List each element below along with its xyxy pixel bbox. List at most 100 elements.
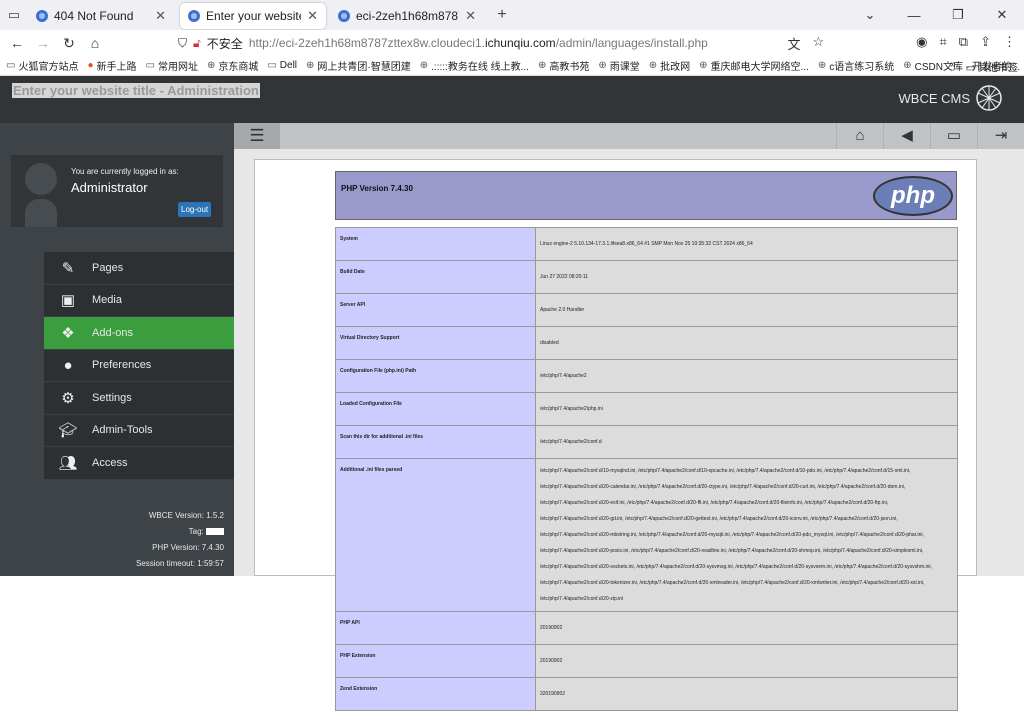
home-page-icon[interactable]: ⌂ [82,35,108,51]
row-value: /etc/php/7.4/apache2/conf.d [535,425,958,459]
table-row: PHP Extension 20190902 [335,644,958,678]
sidebar-item-label: Access [92,456,128,469]
sidebar-item-access[interactable]: 👥︎ Access [44,447,234,480]
row-key: Build Date [335,260,536,294]
row-value: Jun 27 2022 08:20:11 [535,260,958,294]
user-box: You are currently logged in as: Administ… [11,155,223,227]
globe-icon: ⊕ [537,60,547,71]
tab-list-icon[interactable]: ▭ [0,0,28,30]
chevron-right-icon[interactable]: » [950,59,956,74]
bookmark-item[interactable]: ● 新手上路 [87,58,136,73]
restore-icon[interactable]: ❐ [936,7,980,23]
bookmark-item[interactable]: ⊕ .:::::教务在线 线上教... [420,58,529,73]
sidebar-item-preferences[interactable]: ● Preferences [44,349,234,382]
bookmark-item[interactable]: ⊕ 重庆邮电大学网络空... [699,58,809,73]
close-icon[interactable]: ✕ [155,8,166,24]
phpinfo-header: PHP Version 7.4.30 php [335,171,957,220]
globe-icon [36,10,48,22]
cms-header: Enter your website title - Administratio… [0,76,1024,123]
bookmark-item[interactable]: ⊕ c语言练习系统 [818,58,894,73]
sidebar-menu: ✎ Pages ▣ Media ❖ Add-ons ● Preferences … [44,252,234,480]
forward-arrow-icon[interactable]: → [30,35,56,51]
security-label: 不安全 [206,36,243,51]
other-bookmarks[interactable]: ▭ 其他书签 [966,59,1018,74]
close-window-icon[interactable]: ✕ [980,7,1024,23]
row-key: Scan this dir for additional .ini files [335,425,536,459]
tab-eci[interactable]: eci-2zeh1h68m8787zttex8w.c ✕ [330,3,484,29]
globe-icon [338,10,350,22]
session-timeout: Session timeout: 1:59:57 [135,559,224,568]
tab-404[interactable]: 404 Not Found ✕ [28,3,174,29]
brand-logo[interactable]: WBCE CMS [899,85,1003,111]
share-icon[interactable]: ⇪ [980,34,991,53]
image-icon: ▣ [60,292,76,310]
cubes-icon: ❖ [61,324,75,342]
tag-line: Tag: [136,524,224,540]
back-arrow-icon[interactable]: ← [4,35,30,51]
sidebar-item-admin-tools[interactable]: 🎓︎ Admin-Tools [44,414,234,447]
sidebar-item-add-ons[interactable]: ❖ Add-ons [44,317,234,350]
row-key: Zend Extension [335,677,536,711]
php-version-heading: PHP Version 7.4.30 [341,184,413,193]
star-icon[interactable]: ☆ [812,34,824,53]
sidebar-item-label: Admin-Tools [92,424,153,437]
bookmark-item[interactable]: ▭ 常用网址 [146,58,198,73]
row-value: disabled [535,326,958,360]
hamburger-menu-icon[interactable]: ☰ [234,123,280,149]
table-row: System Linux engine-2 5.10.134-17.3.1.lif… [335,227,958,261]
globe-icon [188,10,200,22]
logout-icon[interactable]: ⇥ [977,123,1024,149]
logout-button[interactable]: Log-out [178,202,212,217]
bookmark-item[interactable]: ⊕ 京东商城 [207,58,258,73]
back-icon[interactable]: ◀ [883,123,930,149]
sidebar-item-label: Preferences [92,359,152,372]
bookmark-item[interactable]: ⊕ 雨课堂 [598,58,639,73]
row-key: Configuration File (php.ini) Path [335,359,536,393]
tab-admin[interactable]: Enter your website title»Adm ✕ [180,3,326,29]
php-logo: php [873,176,953,216]
close-icon[interactable]: ✕ [465,8,476,24]
new-tab-button[interactable]: + [490,6,514,24]
php-version: PHP Version: 7.4.30 [152,543,224,552]
bookmark-item[interactable]: ⊕ 网上共青团·智慧团建 [306,58,411,73]
main-content: ☰ ⌂ ◀ ▭ ⇥ PHP Version 7.4.30 php System L… [234,123,1024,711]
chevron-down-icon[interactable]: ⌄ [848,7,892,23]
home-icon[interactable]: ⌂ [836,123,883,149]
account-icon[interactable]: ◉ [916,34,927,53]
menu-icon[interactable]: ⋮ [1003,34,1016,53]
row-value: Linux engine-2 5.10.134-17.3.1.lifsea8.x… [535,227,958,261]
row-key: Loaded Configuration File [335,392,536,426]
address-bar[interactable]: ⛉ 🔓︎ 不安全 http://eci-2zeh1h68m8787zttex8w… [178,33,818,53]
sidebar-item-settings[interactable]: ⚙ Settings [44,382,234,415]
cogs-icon: ⚙ [61,389,75,407]
globe-icon: ⊕ [419,60,429,71]
folder-icon: ▭ [145,60,155,71]
phpinfo-frame: PHP Version 7.4.30 php System Linux engin… [254,159,977,711]
shield-icon[interactable]: ⛉ [178,36,187,51]
bookmarks-overflow: » ▭ 其他书签 [950,59,1018,74]
crop-icon[interactable]: ⌗ [939,34,946,53]
bookmark-item[interactable]: ▭ 火狐官方站点 [6,58,78,73]
bookmark-item[interactable]: ▭ Dell [267,60,297,71]
sidebar-item-pages[interactable]: ✎ Pages [44,252,234,285]
reload-icon[interactable]: ↻ [56,35,82,52]
table-row: Build Date Jun 27 2022 08:20:11 [335,260,958,294]
avatar-body [25,199,57,227]
sidebar-item-media[interactable]: ▣ Media [44,284,234,317]
row-value: 20190902 [535,611,958,645]
insecure-lock-icon[interactable]: 🔓︎ [193,36,201,51]
bookmark-item[interactable]: ⊕ 高教书苑 [538,58,589,73]
folder-icon: ▭ [6,60,16,71]
bookmark-item[interactable]: ⊕ 批改网 [649,58,690,73]
frontend-icon[interactable]: ▭ [930,123,977,149]
close-icon[interactable]: ✕ [307,8,318,24]
browser-nav-bar: ← → ↻ ⌂ ⛉ 🔓︎ 不安全 http://eci-2zeh1h68m878… [0,30,1024,56]
user-icon: ● [63,356,73,374]
globe-icon: ⊕ [903,60,912,71]
minimize-icon[interactable]: — [892,8,936,23]
phpinfo-table: System Linux engine-2 5.10.134-17.3.1.lif… [335,227,958,711]
extensions-icon[interactable]: ⧉ [959,34,968,53]
translate-icon[interactable]: 文 [787,34,800,53]
window-controls: ⌄ — ❐ ✕ [848,0,1024,30]
url-text[interactable]: http://eci-2zeh1h68m8787zttex8w.cloudeci… [249,36,708,50]
